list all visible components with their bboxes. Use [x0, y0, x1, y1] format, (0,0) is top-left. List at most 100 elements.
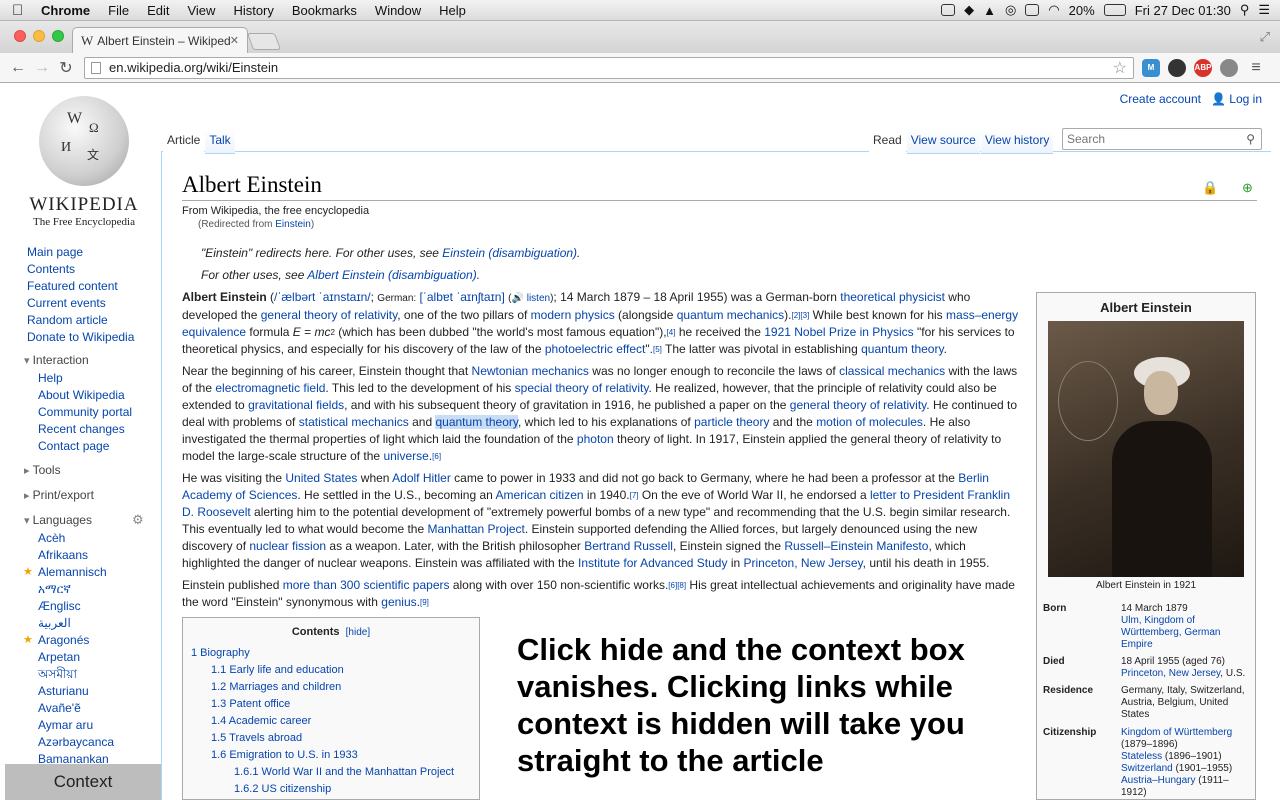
- forward-icon[interactable]: →: [30, 59, 54, 77]
- lang-link[interactable]: Asturianu: [38, 683, 114, 700]
- status-icon[interactable]: [941, 4, 956, 16]
- search-icon[interactable]: ⚲: [1246, 132, 1255, 146]
- article-link[interactable]: [7]: [630, 491, 639, 500]
- toc-item[interactable]: 1.6 Emigration to U.S. in 1933: [191, 747, 471, 764]
- nav-contents[interactable]: Contents: [27, 261, 134, 278]
- lang-link[interactable]: العربية: [38, 615, 114, 632]
- article-link[interactable]: Manhattan Project: [427, 522, 524, 536]
- battery-percent[interactable]: 20%: [1069, 3, 1095, 18]
- print-export-heading[interactable]: Print/export: [24, 488, 94, 502]
- article-link[interactable]: quantum theory: [435, 415, 518, 429]
- disambiguation-link[interactable]: Albert Einstein (disambiguation): [307, 268, 476, 282]
- article-link[interactable]: [6]: [668, 581, 677, 590]
- menu-help[interactable]: Help: [430, 3, 475, 18]
- toc-hide-link[interactable]: [hide]: [346, 627, 370, 638]
- wikipedia-logo[interactable]: W Ω И 文 WIKIPEDIA The Free Encyclopedia: [28, 96, 140, 228]
- article-link[interactable]: nuclear fission: [249, 539, 326, 553]
- article-link[interactable]: listen: [527, 293, 550, 304]
- new-tab-button[interactable]: [246, 33, 282, 50]
- tab-talk[interactable]: Talk: [205, 128, 235, 154]
- einstein-portrait[interactable]: [1048, 321, 1244, 577]
- article-link[interactable]: Adolf Hitler: [392, 471, 451, 485]
- dropbox-icon[interactable]: ◆: [964, 2, 974, 18]
- nav-recent-changes[interactable]: Recent changes: [38, 421, 132, 438]
- disambiguation-link[interactable]: Einstein (disambiguation): [442, 246, 577, 260]
- tab-read[interactable]: Read: [869, 128, 906, 154]
- lang-link[interactable]: Avañe'ẽ: [38, 700, 114, 717]
- context-toggle-bar[interactable]: Context: [5, 764, 161, 800]
- citizenship-link[interactable]: Austria–Hungary: [1121, 775, 1195, 786]
- nav-featured-content[interactable]: Featured content: [27, 278, 134, 295]
- toc-item[interactable]: 1.4 Academic career: [191, 713, 471, 730]
- born-place-link[interactable]: Ulm, Kingdom of Württemberg, German Empi…: [1121, 615, 1220, 650]
- tools-heading[interactable]: Tools: [24, 463, 61, 477]
- toc-item[interactable]: 1.3 Patent office: [191, 696, 471, 713]
- article-link[interactable]: Institute for Advanced Study: [578, 556, 727, 570]
- adblock-plus-icon[interactable]: ABP: [1194, 58, 1212, 77]
- article-link[interactable]: [8]: [677, 581, 686, 590]
- login-link[interactable]: Log in: [1229, 92, 1262, 106]
- article-link[interactable]: photoelectric effect: [545, 342, 646, 356]
- nav-donate[interactable]: Donate to Wikipedia: [27, 329, 134, 346]
- lang-link[interactable]: አማርኛ: [38, 581, 114, 598]
- died-place-link[interactable]: Princeton, New Jersey: [1121, 668, 1220, 679]
- citizenship-link[interactable]: Switzerland: [1121, 763, 1173, 774]
- article-link[interactable]: 1921 Nobel Prize in Physics: [764, 325, 913, 339]
- article-link[interactable]: letter to President Franklin D. Roosevel…: [182, 488, 1010, 519]
- url-text[interactable]: en.wikipedia.org/wiki/Einstein: [109, 60, 278, 75]
- toc-item[interactable]: 1.6.1 World War II and the Manhattan Pro…: [191, 764, 471, 781]
- battery-status-icon[interactable]: [1025, 4, 1040, 16]
- battery-icon[interactable]: [1103, 4, 1126, 16]
- lang-link[interactable]: Aymar aru: [38, 717, 114, 734]
- article-link[interactable]: more than 300 scientific papers: [283, 578, 450, 592]
- lang-link[interactable]: Ænglisc: [38, 598, 114, 615]
- extension-sync-icon[interactable]: [1168, 58, 1186, 77]
- menu-window[interactable]: Window: [366, 3, 430, 18]
- browser-tab[interactable]: W Albert Einstein – Wikipedia ✕: [72, 27, 248, 53]
- article-link[interactable]: Princeton, New Jersey: [744, 556, 863, 570]
- lang-link[interactable]: Azərbaycanca: [38, 734, 114, 751]
- nav-help[interactable]: Help: [38, 370, 132, 387]
- notification-center-icon[interactable]: ☰: [1258, 2, 1270, 18]
- zoom-window-icon[interactable]: [52, 30, 64, 42]
- article-link[interactable]: [5]: [653, 345, 662, 354]
- address-bar[interactable]: en.wikipedia.org/wiki/Einstein ☆: [84, 56, 1134, 79]
- extension-m-icon[interactable]: M: [1142, 58, 1160, 77]
- toc-item[interactable]: 1.5 Travels abroad: [191, 730, 471, 747]
- language-settings-gear-icon[interactable]: ⚙: [132, 512, 144, 528]
- toc-item[interactable]: 1.6.2 US citizenship: [191, 781, 471, 798]
- article-link[interactable]: [6]: [432, 452, 441, 461]
- article-link[interactable]: genius: [381, 595, 416, 609]
- lang-link[interactable]: অসমীয়া: [38, 666, 114, 683]
- article-link[interactable]: [4]: [667, 328, 676, 337]
- article-link[interactable]: /ˈælbərt ˈaɪnstaɪn/: [274, 290, 371, 304]
- citizenship-link[interactable]: Kingdom of Württemberg: [1121, 727, 1232, 738]
- nav-main-page[interactable]: Main page: [27, 244, 134, 261]
- article-link[interactable]: classical mechanics: [839, 364, 945, 378]
- lang-link[interactable]: Aragonés: [38, 633, 89, 647]
- article-link[interactable]: special theory of relativity: [515, 381, 649, 395]
- menu-file[interactable]: File: [99, 3, 138, 18]
- article-link[interactable]: general theory of relativity: [261, 308, 398, 322]
- article-link[interactable]: quantum mechanics: [677, 308, 784, 322]
- interaction-heading[interactable]: Interaction: [24, 353, 89, 367]
- nav-about[interactable]: About Wikipedia: [38, 387, 132, 404]
- chrome-menu-icon[interactable]: ≡: [1244, 59, 1268, 77]
- reload-icon[interactable]: ↻: [54, 58, 78, 78]
- back-icon[interactable]: ←: [6, 59, 30, 77]
- article-link[interactable]: motion of molecules: [816, 415, 923, 429]
- lang-link[interactable]: Afrikaans: [38, 547, 114, 564]
- article-link[interactable]: particle theory: [694, 415, 769, 429]
- nav-contact[interactable]: Contact page: [38, 438, 132, 455]
- article-link[interactable]: quantum theory: [861, 342, 944, 356]
- menu-edit[interactable]: Edit: [138, 3, 178, 18]
- lang-link[interactable]: Arpetan: [38, 649, 114, 666]
- nav-random-article[interactable]: Random article: [27, 312, 134, 329]
- tab-view-source[interactable]: View source: [906, 128, 980, 154]
- fullscreen-icon[interactable]: ⤢: [1260, 29, 1270, 45]
- article-link[interactable]: photon: [577, 432, 614, 446]
- close-tab-icon[interactable]: ✕: [230, 34, 239, 47]
- wifi-icon[interactable]: ◠: [1048, 2, 1059, 18]
- article-link[interactable]: United States: [285, 471, 357, 485]
- article-link[interactable]: statistical mechanics: [299, 415, 409, 429]
